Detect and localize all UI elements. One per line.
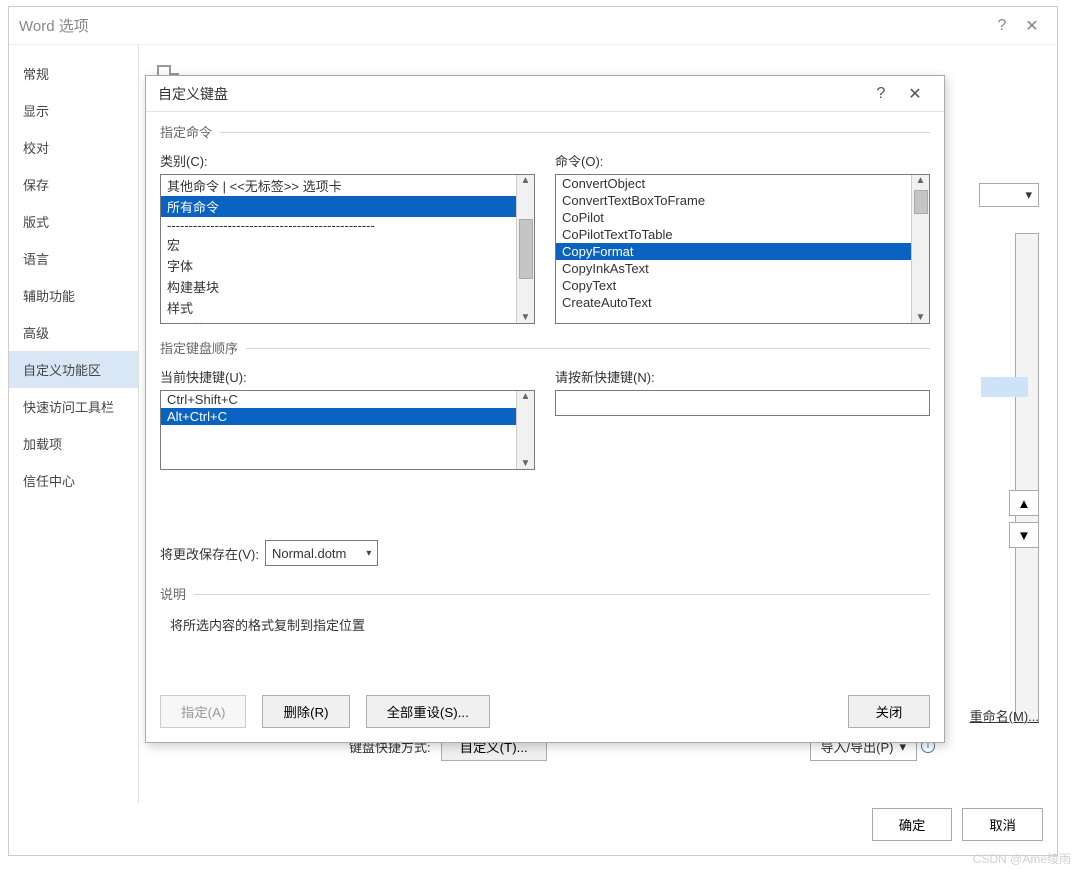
list-item[interactable]: CoPilot [556, 209, 911, 226]
commands-label: 命令(O): [555, 151, 930, 170]
list-item[interactable]: CopyText [556, 277, 911, 294]
current-keys-listbox[interactable]: Ctrl+Shift+CAlt+Ctrl+C ▲▼ [160, 390, 535, 470]
list-item[interactable]: 字体 [161, 255, 516, 276]
close-button[interactable]: 关闭 [848, 695, 930, 728]
list-item[interactable]: 其他命令 | <<无标签>> 选项卡 [161, 175, 516, 196]
list-item[interactable]: CoPilotTextToTable [556, 226, 911, 243]
sidebar-item[interactable]: 快速访问工具栏 [9, 388, 138, 425]
categories-label: 类别(C): [160, 151, 535, 170]
sidebar-item[interactable]: 版式 [9, 203, 138, 240]
rename-button[interactable]: 重命名(M)... [970, 706, 1039, 725]
list-item[interactable]: Ctrl+Shift+C [161, 391, 516, 408]
save-in-combobox[interactable]: Normal.dotm ▾ [265, 540, 378, 566]
sidebar-item[interactable]: 常规 [9, 55, 138, 92]
help-icon[interactable]: ? [864, 85, 898, 103]
ok-button[interactable]: 确定 [872, 808, 953, 841]
assign-command-group: 指定命令 [160, 122, 930, 141]
word-options-titlebar: Word 选项 ? ✕ [9, 7, 1057, 45]
list-item[interactable]: Alt+Ctrl+C [161, 408, 516, 425]
close-icon[interactable]: ✕ [1017, 16, 1047, 36]
save-in-label: 将更改保存在(V): [160, 544, 259, 563]
list-item[interactable]: ----------------------------------------… [161, 217, 516, 234]
scrollbar[interactable]: ▲▼ [911, 175, 929, 323]
sidebar-item[interactable]: 校对 [9, 129, 138, 166]
list-item[interactable]: CopyInkAsText [556, 260, 911, 277]
list-item[interactable]: 所有命令 [161, 196, 516, 217]
new-key-label: 请按新快捷键(N): [555, 367, 930, 386]
list-item[interactable]: 样式 [161, 297, 516, 318]
categories-listbox[interactable]: 其他命令 | <<无标签>> 选项卡所有命令------------------… [160, 174, 535, 324]
sidebar-item[interactable]: 自定义功能区 [9, 351, 138, 388]
word-options-title: Word 选项 [19, 15, 89, 36]
key-sequence-group: 指定键盘顺序 [160, 338, 930, 357]
help-icon[interactable]: ? [987, 17, 1017, 35]
sidebar-item[interactable]: 信任中心 [9, 462, 138, 499]
scrollbar[interactable]: ▲▼ [516, 175, 534, 323]
move-up-button[interactable]: ▲ [1009, 490, 1039, 516]
chevron-down-icon: ▾ [366, 548, 371, 559]
move-down-button[interactable]: ▼ [1009, 522, 1039, 548]
sidebar-item[interactable]: 辅助功能 [9, 277, 138, 314]
list-item[interactable]: CreateAutoText [556, 294, 911, 311]
right-panel: ▾ [979, 183, 1039, 723]
bg-scrollbar[interactable] [1015, 233, 1039, 723]
list-item[interactable]: 宏 [161, 234, 516, 255]
customize-keyboard-titlebar: 自定义键盘 ? ✕ [146, 76, 944, 112]
cancel-button[interactable]: 取消 [962, 808, 1043, 841]
sidebar-item[interactable]: 高级 [9, 314, 138, 351]
list-item[interactable]: 常用符号 [161, 318, 516, 323]
sidebar-item[interactable]: 语言 [9, 240, 138, 277]
options-sidebar: 常规显示校对保存版式语言辅助功能高级自定义功能区快速访问工具栏加载项信任中心 [9, 45, 139, 803]
reset-all-button[interactable]: 全部重设(S)... [366, 695, 490, 728]
bg-selection-highlight [981, 377, 1028, 397]
sidebar-item[interactable]: 保存 [9, 166, 138, 203]
scrollbar[interactable]: ▲▼ [516, 391, 534, 469]
sidebar-item[interactable]: 加载项 [9, 425, 138, 462]
bg-dropdown[interactable]: ▾ [979, 183, 1039, 207]
list-item[interactable]: 构建基块 [161, 276, 516, 297]
dialog-title: 自定义键盘 [158, 84, 228, 104]
commands-listbox[interactable]: ConvertObjectConvertTextBoxToFrameCoPilo… [555, 174, 930, 324]
assign-button: 指定(A) [160, 695, 246, 728]
customize-keyboard-dialog: 自定义键盘 ? ✕ 指定命令 类别(C): 其他命令 | <<无标签>> 选项卡… [145, 75, 945, 743]
description-group: 说明 [160, 584, 930, 603]
description-text: 将所选内容的格式复制到指定位置 [160, 615, 930, 634]
list-item[interactable]: CopyFormat [556, 243, 911, 260]
list-item[interactable]: ConvertTextBoxToFrame [556, 192, 911, 209]
delete-button[interactable]: 删除(R) [262, 695, 349, 728]
list-item[interactable]: ConvertObject [556, 175, 911, 192]
close-icon[interactable]: ✕ [898, 84, 932, 104]
new-key-input[interactable] [555, 390, 930, 416]
current-keys-label: 当前快捷键(U): [160, 367, 535, 386]
sidebar-item[interactable]: 显示 [9, 92, 138, 129]
